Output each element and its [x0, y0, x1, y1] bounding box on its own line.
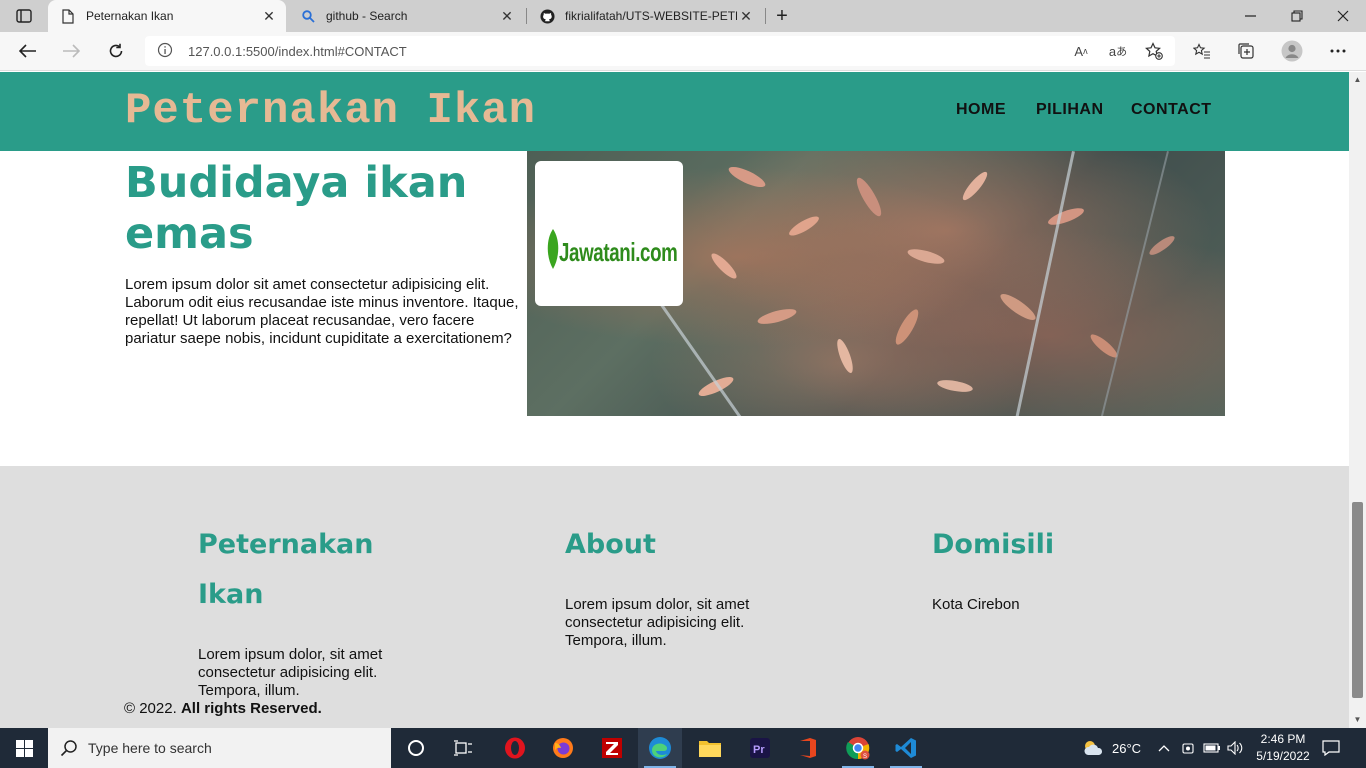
web-page: Peternakan Ikan HOME PILIHAN CONTACT Bud… — [0, 72, 1349, 728]
watermark-logo: Jawatani.com — [535, 161, 683, 306]
tab-title: github - Search — [326, 9, 408, 23]
site-brand[interactable]: Peternakan Ikan — [125, 86, 536, 136]
forward-icon[interactable] — [55, 36, 87, 66]
favorites-icon[interactable] — [1186, 36, 1218, 66]
nav-contact[interactable]: CONTACT — [1131, 101, 1212, 119]
tab-github-repo[interactable]: fikrialifatah/UTS-WEBSITE-PETER ✕ — [527, 0, 763, 32]
windows-start-icon[interactable] — [0, 728, 48, 768]
add-favorite-icon[interactable] — [1143, 41, 1165, 61]
read-aloud-icon[interactable]: Aʌ — [1070, 41, 1092, 61]
taskbar-clock[interactable]: 2:46 PM 5/19/2022 — [1248, 731, 1318, 765]
tab-github-search[interactable]: github - Search ✕ — [288, 0, 524, 32]
chrome-icon[interactable]: S — [836, 728, 880, 768]
svg-text:S: S — [863, 754, 867, 760]
site-footer: Peternakan Ikan Lorem ipsum dolor, sit a… — [0, 466, 1349, 728]
clock-time: 2:46 PM — [1260, 732, 1306, 746]
translate-icon[interactable]: aあ — [1107, 41, 1129, 61]
clock-date: 5/19/2022 — [1256, 749, 1310, 763]
minimize-icon[interactable] — [1228, 0, 1274, 32]
footer-title-peternakan: Peternakan Ikan — [198, 529, 374, 610]
premiere-icon[interactable]: Pr — [738, 728, 782, 768]
refresh-icon[interactable] — [100, 36, 132, 66]
filezilla-icon[interactable] — [590, 728, 634, 768]
scrollbar-thumb[interactable] — [1352, 502, 1363, 698]
hero-description: Lorem ipsum dolor sit amet consectetur a… — [125, 276, 519, 347]
new-tab-icon[interactable]: + — [770, 5, 794, 27]
site-header: Peternakan Ikan HOME PILIHAN CONTACT — [0, 72, 1349, 151]
tab-separator — [765, 8, 766, 24]
hero-title: Budidaya ikan emas — [125, 158, 468, 259]
svg-text:Pr: Pr — [753, 744, 765, 756]
copyright-reserved: All rights Reserved. — [180, 700, 322, 717]
more-options-icon[interactable] — [1322, 36, 1354, 66]
weather-cloud-icon — [1084, 741, 1103, 755]
weather-widget[interactable]: 26°C — [1082, 728, 1141, 768]
windows-taskbar: Type here to search Pr S 26°C 2:46 PM 5/… — [0, 728, 1366, 768]
page-icon — [60, 8, 76, 24]
battery-icon[interactable] — [1203, 728, 1221, 768]
edge-icon[interactable] — [638, 728, 682, 768]
restore-icon[interactable] — [1274, 0, 1320, 32]
scroll-up-icon[interactable]: ▲ — [1353, 75, 1362, 84]
scroll-down-icon[interactable]: ▼ — [1353, 715, 1362, 724]
nav-pilihan[interactable]: PILIHAN — [1036, 101, 1104, 119]
footer-text-about: Lorem ipsum dolor, sit amet consectetur … — [565, 596, 750, 649]
search-icon — [60, 739, 78, 757]
address-bar[interactable]: 127.0.0.1:5500/index.html#CONTACT Aʌ aあ — [145, 36, 1175, 66]
opera-icon[interactable] — [493, 728, 537, 768]
show-hidden-icons-icon[interactable] — [1158, 728, 1170, 768]
url-text[interactable]: 127.0.0.1:5500/index.html#CONTACT — [188, 44, 407, 59]
file-explorer-icon[interactable] — [688, 728, 732, 768]
meet-now-icon[interactable] — [1182, 728, 1196, 768]
footer-title-about: About — [565, 529, 656, 560]
page-scrollbar[interactable]: ▲ ▼ — [1349, 72, 1366, 728]
profile-avatar-icon[interactable] — [1276, 36, 1308, 66]
site-info-icon[interactable] — [157, 42, 175, 60]
tab-title: fikrialifatah/UTS-WEBSITE-PETER — [565, 9, 737, 23]
close-tab-icon[interactable]: ✕ — [498, 7, 516, 25]
copyright-year: © 2022. — [124, 700, 177, 717]
browser-tab-bar: Peternakan Ikan ✕ github - Search ✕ fikr… — [0, 0, 1366, 32]
search-icon — [300, 8, 316, 24]
volume-icon[interactable] — [1227, 728, 1243, 768]
close-tab-icon[interactable]: ✕ — [737, 7, 755, 25]
footer-title-domisili: Domisili — [932, 529, 1055, 560]
taskbar-search-placeholder[interactable]: Type here to search — [88, 740, 212, 756]
hero-image-fish-pond: Jawatani.com — [527, 151, 1225, 416]
tab-title: Peternakan Ikan — [86, 9, 174, 23]
close-window-icon[interactable] — [1320, 0, 1366, 32]
github-icon — [539, 8, 555, 24]
collections-icon[interactable] — [1230, 36, 1262, 66]
copyright: © 2022. All rights Reserved. — [124, 700, 322, 717]
nav-home[interactable]: HOME — [956, 101, 1006, 119]
weather-temperature: 26°C — [1112, 740, 1142, 756]
taskbar-search[interactable]: Type here to search — [48, 728, 391, 768]
cortana-icon[interactable] — [394, 728, 438, 768]
browser-toolbar: 127.0.0.1:5500/index.html#CONTACT Aʌ aあ — [0, 32, 1366, 71]
office-icon[interactable] — [786, 728, 830, 768]
notifications-icon[interactable] — [1322, 728, 1340, 768]
tab-actions-icon[interactable] — [10, 6, 38, 26]
tab-peternakan-ikan[interactable]: Peternakan Ikan ✕ — [48, 0, 286, 32]
back-icon[interactable] — [12, 36, 44, 66]
watermark-text: Jawatani.com — [559, 237, 678, 267]
task-view-icon[interactable] — [441, 728, 485, 768]
footer-text-domisili: Kota Cirebon — [932, 596, 1020, 613]
footer-text-peternakan: Lorem ipsum dolor, sit amet consectetur … — [198, 646, 383, 699]
vscode-icon[interactable] — [884, 728, 928, 768]
close-tab-icon[interactable]: ✕ — [260, 7, 278, 25]
firefox-icon[interactable] — [541, 728, 585, 768]
